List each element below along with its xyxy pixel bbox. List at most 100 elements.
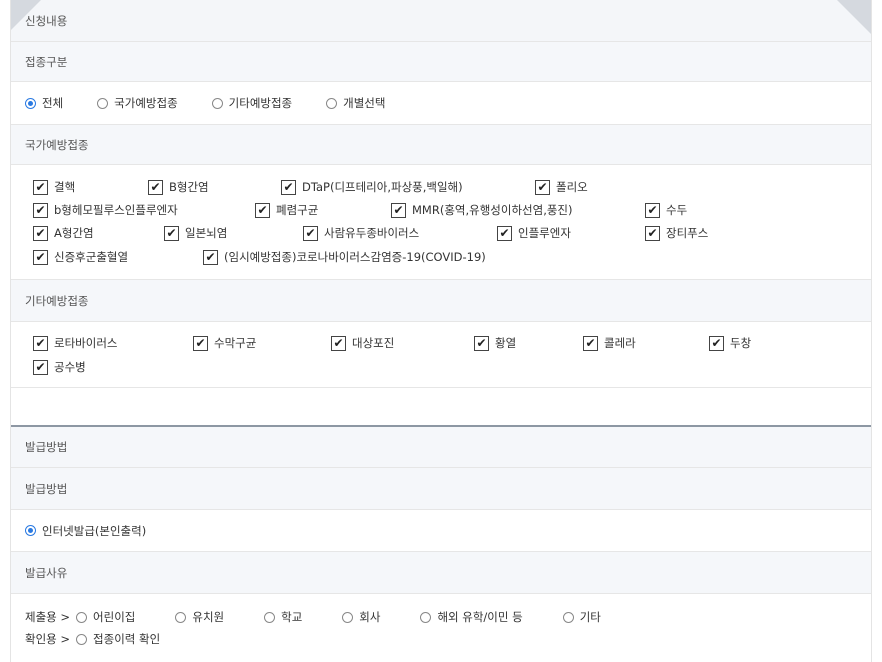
radio-daycare[interactable]: 어린이집 [76,609,135,625]
checkbox-label: 대상포진 [352,336,395,350]
radio-etc[interactable]: 기타 [562,609,601,625]
checkbox-label: DTaP(디프테리아,파상풍,백일해) [302,180,463,194]
confirm-reason-line: 확인용 > 접종이력 확인 [25,631,194,647]
radio-icon [264,611,276,623]
checkbox-checked-icon: ✔ [203,249,218,265]
checkbox-rabies[interactable]: ✔ 공수병 [33,359,86,375]
radio-label: 회사 [359,610,381,624]
checkbox-covid19[interactable]: ✔ (임시예방접종)코로나바이러스감염증-19(COVID-19) [203,249,486,265]
vaccine-type-title: 접종구분 [25,54,68,69]
checkbox-checked-icon: ✔ [255,202,270,218]
national-vaccine-title: 국가예방접종 [25,137,89,152]
section-header-application: 신청내용 [11,0,871,42]
checkbox-hepa[interactable]: ✔ A형간염 [33,225,94,241]
submit-label: 제출용 > [25,610,71,624]
checkbox-hepb[interactable]: ✔ B형간염 [148,179,209,195]
checkbox-yellow-fever[interactable]: ✔ 황열 [474,335,516,351]
checkbox-checked-icon: ✔ [193,335,208,351]
checkbox-hfrs[interactable]: ✔ 신증후군출혈열 [33,249,128,265]
checkbox-checked-icon: ✔ [645,202,660,218]
checkbox-checked-icon: ✔ [33,179,48,195]
radio-label: 유치원 [192,610,225,624]
radio-individual[interactable]: 개별선택 [326,95,385,111]
checkbox-checked-icon: ✔ [645,225,660,241]
radio-icon [76,611,88,623]
radio-selected-icon [25,97,36,109]
radio-label: 개별선택 [343,96,386,110]
checkbox-label: 사람유두종바이러스 [324,226,420,240]
checkbox-je[interactable]: ✔ 일본뇌염 [164,225,227,241]
checkbox-label: 일본뇌염 [185,226,228,240]
radio-label: 어린이집 [93,610,136,624]
radio-icon [97,97,109,109]
radio-label: 기타 [579,610,601,624]
issue-section-title: 발급방법 [25,440,68,454]
section-title: 신청내용 [25,13,68,28]
vaccine-type-options: 전체 국가예방접종 기타예방접종 개별선택 [11,82,871,125]
checkbox-varicella[interactable]: ✔ 수두 [645,202,687,218]
checkbox-label: 결핵 [54,180,76,194]
radio-other[interactable]: 기타예방접종 [211,95,293,111]
checkbox-checked-icon: ✔ [148,179,163,195]
vaccine-type-header: 접종구분 [11,42,871,82]
radio-school[interactable]: 학교 [264,609,302,625]
checkbox-polio[interactable]: ✔ 폴리오 [535,179,588,195]
checkbox-label: 수막구균 [214,336,257,350]
checkbox-checked-icon: ✔ [164,225,179,241]
checkbox-rotavirus[interactable]: ✔ 로타바이러스 [33,335,117,351]
radio-label: 국가예방접종 [114,96,178,110]
checkbox-label: 콜레라 [604,336,636,350]
spacer-row [11,388,871,425]
confirm-label: 확인용 > [25,632,71,646]
radio-overseas[interactable]: 해외 유학/이민 등 [420,609,523,625]
national-vaccine-list: ✔ 결핵 ✔ B형간염 ✔ DTaP(디프테리아,파상풍,백일해) ✔ 폴리오 ✔ b형헤… [11,165,871,280]
checkbox-checked-icon: ✔ [331,335,346,351]
checkbox-hib[interactable]: ✔ b형헤모필루스인플루엔자 [33,202,178,218]
checkbox-checked-icon: ✔ [281,179,296,195]
radio-label: 기타예방접종 [228,96,293,110]
other-vaccine-title: 기타예방접종 [25,293,89,308]
checkbox-label: (임시예방접종)코로나바이러스감염증-19(COVID-19) [224,250,486,264]
submit-reason-line: 제출용 > 어린이집 유치원 학교 회사 해외 유학/이민 등 기타 [25,609,601,625]
radio-label: 해외 유학/이민 등 [437,610,523,624]
radio-history-check[interactable]: 접종이력 확인 [76,631,160,647]
checkbox-typhoid[interactable]: ✔ 장티푸스 [645,225,708,241]
radio-internet-issue[interactable]: 인터넷발급(본인출력) [25,523,146,539]
checkbox-influenza[interactable]: ✔ 인플루엔자 [497,225,571,241]
checkbox-cholera[interactable]: ✔ 콜레라 [583,335,636,351]
radio-label: 접종이력 확인 [93,632,161,646]
checkbox-label: 신증후군출혈열 [54,250,129,264]
checkbox-label: 폐렴구균 [276,203,319,217]
checkbox-smallpox[interactable]: ✔ 두창 [709,335,751,351]
checkbox-zoster[interactable]: ✔ 대상포진 [331,335,394,351]
issue-method-title: 발급방법 [25,481,68,496]
checkbox-bcg[interactable]: ✔ 결핵 [33,179,75,195]
checkbox-checked-icon: ✔ [535,179,550,195]
checkbox-meningococcal[interactable]: ✔ 수막구균 [193,335,256,351]
checkbox-label: 황열 [495,336,517,350]
checkbox-label: A형간염 [54,226,94,240]
radio-kindergarten[interactable]: 유치원 [175,609,224,625]
checkbox-pneumococcal[interactable]: ✔ 폐렴구균 [255,202,318,218]
issue-reason-header: 발급사유 [11,552,871,594]
radio-icon [342,611,354,623]
radio-national[interactable]: 국가예방접종 [97,95,178,111]
checkbox-hpv[interactable]: ✔ 사람유두종바이러스 [303,225,419,241]
radio-icon [175,611,187,623]
other-vaccine-list: ✔ 로타바이러스 ✔ 수막구균 ✔ 대상포진 ✔ 황열 ✔ 콜레라 ✔ 두창 ✔ 공수병 [11,322,871,388]
radio-company[interactable]: 회사 [342,609,380,625]
national-vaccine-header: 국가예방접종 [11,125,871,165]
radio-all[interactable]: 전체 [25,95,63,111]
checkbox-checked-icon: ✔ [33,202,48,218]
checkbox-checked-icon: ✔ [33,359,48,375]
radio-icon [211,97,223,109]
checkbox-mmr[interactable]: ✔ MMR(홍역,유행성이하선염,풍진) [391,202,573,218]
checkbox-dtap[interactable]: ✔ DTaP(디프테리아,파상풍,백일해) [281,179,463,195]
radio-selected-icon [25,525,36,536]
checkbox-checked-icon: ✔ [497,225,512,241]
checkbox-label: 공수병 [54,360,86,374]
issue-reason-title: 발급사유 [25,565,68,580]
checkbox-checked-icon: ✔ [33,249,48,265]
checkbox-label: MMR(홍역,유행성이하선염,풍진) [412,203,573,217]
checkbox-label: 두창 [730,336,752,350]
